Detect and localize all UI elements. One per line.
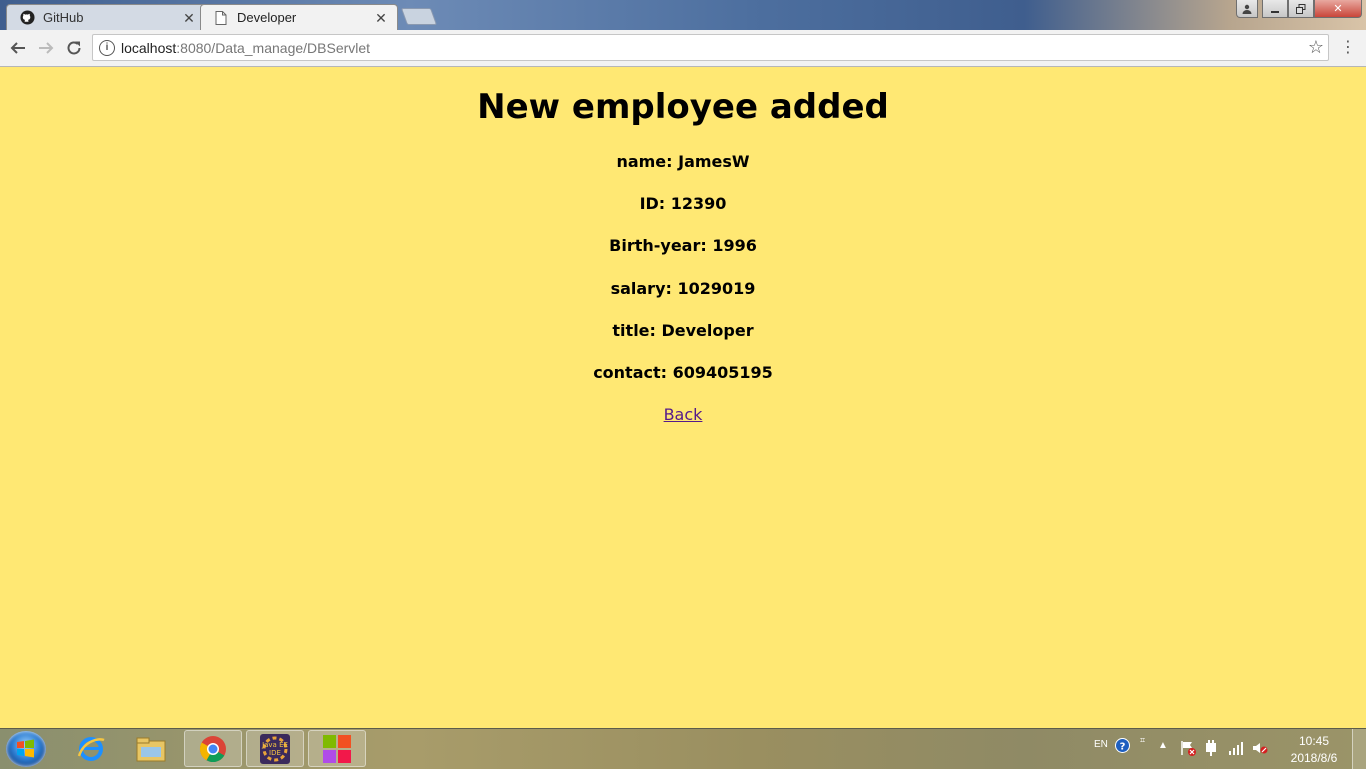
- url-path: :8080/Data_manage/DBServlet: [176, 39, 371, 56]
- address-bar[interactable]: i localhost:8080/Data_manage/DBServlet ☆: [92, 34, 1329, 61]
- browser-toolbar: i localhost:8080/Data_manage/DBServlet ☆…: [0, 30, 1366, 67]
- info-icon[interactable]: i: [99, 39, 115, 56]
- power-plug-icon[interactable]: [1204, 740, 1218, 759]
- tab-github[interactable]: GitHub ✕: [6, 4, 206, 30]
- start-button[interactable]: [6, 731, 46, 767]
- close-tab-icon[interactable]: ✕: [181, 10, 197, 26]
- taskbar: Java EE IDE EN ? ⌗ ▲ 10:45 2018/8/6: [0, 728, 1366, 769]
- help-icon[interactable]: ?: [1115, 738, 1130, 756]
- close-tab-icon[interactable]: ✕: [373, 10, 389, 26]
- tab-title: GitHub: [43, 10, 84, 25]
- volume-muted-icon[interactable]: [1252, 741, 1268, 758]
- back-link-container: Back: [0, 405, 1366, 424]
- page-content: New employee added name: JamesW ID: 1239…: [0, 67, 1366, 728]
- file-explorer-icon[interactable]: [122, 730, 180, 767]
- restore-button[interactable]: [1288, 0, 1314, 18]
- field-contact: contact: 609405195: [593, 363, 773, 382]
- forward-arrow-icon[interactable]: [34, 36, 58, 60]
- system-clock[interactable]: 10:45 2018/8/6: [1284, 733, 1344, 767]
- clock-date: 2018/8/6: [1290, 751, 1338, 765]
- tab-developer[interactable]: Developer ✕: [200, 4, 398, 30]
- user-profile-icon[interactable]: [1236, 0, 1258, 18]
- bookmark-star-icon[interactable]: ☆: [1308, 37, 1324, 58]
- action-center-flag-icon[interactable]: [1180, 740, 1196, 759]
- back-link[interactable]: Back: [664, 405, 703, 424]
- github-icon: [19, 10, 35, 26]
- svg-text:Java EE: Java EE: [261, 741, 288, 749]
- java-ee-ide-icon[interactable]: Java EE IDE: [246, 730, 304, 767]
- field-birth-year: Birth-year: 1996: [609, 236, 757, 255]
- field-title: title: Developer: [612, 321, 754, 340]
- svg-text:?: ?: [1120, 742, 1126, 753]
- internet-explorer-icon[interactable]: [62, 730, 120, 767]
- ime-options-icon[interactable]: ⌗: [1140, 735, 1145, 746]
- new-tab-button[interactable]: [400, 8, 438, 25]
- url-host: localhost: [121, 39, 177, 56]
- browser-title-bar: GitHub ✕ Developer ✕ ✕: [0, 0, 1366, 30]
- windows-logo-icon: [17, 739, 34, 758]
- colored-squares-app-icon[interactable]: [308, 730, 366, 767]
- svg-text:IDE: IDE: [269, 749, 281, 757]
- back-arrow-icon[interactable]: [6, 36, 30, 60]
- browser-menu-icon[interactable]: ⋮: [1338, 38, 1358, 58]
- reload-icon[interactable]: [62, 36, 86, 60]
- chrome-icon[interactable]: [184, 730, 242, 767]
- show-desktop-button[interactable]: [1352, 729, 1366, 769]
- field-id: ID: 12390: [639, 194, 727, 213]
- show-hidden-icons-chevron-icon[interactable]: ▲: [1158, 740, 1168, 751]
- page-icon: [213, 10, 229, 26]
- page-heading: New employee added: [477, 87, 889, 127]
- tab-title: Developer: [237, 10, 297, 25]
- close-window-button[interactable]: ✕: [1314, 0, 1362, 18]
- network-signal-icon[interactable]: [1228, 741, 1244, 758]
- language-indicator[interactable]: EN: [1094, 739, 1108, 750]
- minimize-button[interactable]: [1262, 0, 1288, 18]
- field-name: name: JamesW: [616, 152, 750, 171]
- field-salary: salary: 1029019: [610, 279, 756, 298]
- clock-time: 10:45: [1298, 734, 1330, 748]
